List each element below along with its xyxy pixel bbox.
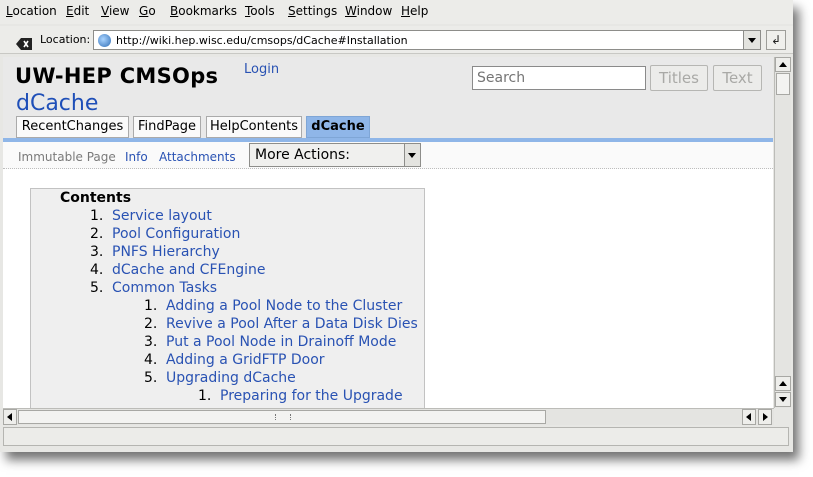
toc-item-number: 2. xyxy=(144,316,158,332)
toc-item-number: 1. xyxy=(90,208,104,224)
browser-window: Location Edit View Go Bookmarks Tools Settings… xyxy=(0,0,793,452)
toc-item: 5. Common Tasks xyxy=(90,280,217,296)
tab-helpcontents[interactable]: HelpContents xyxy=(206,116,302,138)
wiki-header: UW-HEP CMSOps Login dCache Titles Text R… xyxy=(3,57,773,142)
table-of-contents: Contents 1. Service layout 2. Pool Configur… xyxy=(30,188,425,408)
menu-view[interactable]: View xyxy=(101,4,129,18)
page-title[interactable]: dCache xyxy=(16,91,98,116)
login-link[interactable]: Login xyxy=(244,62,279,77)
toc-link[interactable]: Put a Pool Node in Drainoff Mode xyxy=(166,334,396,350)
menu-location[interactable]: Location xyxy=(6,4,57,18)
location-toolbar: Location: http://wiki.hep.wisc.edu/cmsop… xyxy=(0,26,793,54)
titles-search-button[interactable]: Titles xyxy=(650,65,708,91)
toc-link[interactable]: Revive a Pool After a Data Disk Dies xyxy=(166,316,418,332)
more-actions-select[interactable]: More Actions: xyxy=(249,143,421,167)
toc-item: 4. dCache and CFEngine xyxy=(90,262,265,278)
vertical-scroll-thumb[interactable] xyxy=(776,73,790,95)
clear-location-icon[interactable] xyxy=(16,35,32,50)
menu-window[interactable]: Window xyxy=(345,4,392,18)
toc-link[interactable]: Preparing for the Upgrade xyxy=(220,388,403,404)
search-input[interactable] xyxy=(472,66,646,90)
toc-item-number: 3. xyxy=(144,334,158,350)
toc-item: 3. PNFS Hierarchy xyxy=(90,244,220,260)
toc-item-number: 5. xyxy=(144,370,158,386)
page-viewport: UW-HEP CMSOps Login dCache Titles Text R… xyxy=(3,57,773,408)
menu-bookmarks[interactable]: Bookmarks xyxy=(170,4,237,18)
immutable-page-label: Immutable Page xyxy=(18,150,116,164)
page-actions-bar: Immutable Page Info Attachments More Act… xyxy=(3,142,773,169)
toc-link[interactable]: Common Tasks xyxy=(112,280,217,296)
attachments-link[interactable]: Attachments xyxy=(159,150,236,164)
toc-item: 1. Preparing for the Upgrade xyxy=(198,388,403,404)
scroll-up-icon[interactable] xyxy=(775,376,791,391)
toc-link[interactable]: Service layout xyxy=(112,208,212,224)
tab-findpage[interactable]: FindPage xyxy=(133,116,201,138)
text-search-button[interactable]: Text xyxy=(713,65,762,91)
toc-link[interactable]: PNFS Hierarchy xyxy=(112,244,220,260)
scroll-up-icon[interactable] xyxy=(775,57,791,72)
scroll-left-icon[interactable] xyxy=(742,409,756,425)
toc-item-number: 4. xyxy=(144,352,158,368)
toc-item: 5. Upgrading dCache xyxy=(144,370,296,386)
more-actions-label: More Actions: xyxy=(255,147,351,163)
scroll-right-icon[interactable] xyxy=(758,409,772,425)
scroll-down-icon[interactable] xyxy=(775,392,791,407)
toc-item-number: 4. xyxy=(90,262,104,278)
toc-link[interactable]: Adding a GridFTP Door xyxy=(166,352,325,368)
location-dropdown-button[interactable] xyxy=(743,31,760,49)
toc-item-number: 1. xyxy=(198,388,212,404)
location-url[interactable]: http://wiki.hep.wisc.edu/cmsops/dCache#I… xyxy=(116,34,408,47)
info-link[interactable]: Info xyxy=(125,150,148,164)
menu-tools[interactable]: Tools xyxy=(245,4,275,18)
menu-go[interactable]: Go xyxy=(139,4,156,18)
toc-item-number: 1. xyxy=(144,298,158,314)
location-label: Location: xyxy=(40,33,91,46)
horizontal-scroll-thumb[interactable] xyxy=(18,410,546,424)
menu-settings[interactable]: Settings xyxy=(288,4,337,18)
toc-link[interactable]: Pool Configuration xyxy=(112,226,240,242)
toc-title: Contents xyxy=(60,190,132,206)
toc-item-number: 3. xyxy=(90,244,104,260)
grip-icon xyxy=(275,414,291,420)
go-enter-icon[interactable]: ↲ xyxy=(766,30,786,50)
tab-dcache[interactable]: dCache xyxy=(306,116,370,138)
location-input[interactable]: http://wiki.hep.wisc.edu/cmsops/dCache#I… xyxy=(93,30,761,50)
globe-icon xyxy=(98,34,111,47)
toc-item-number: 5. xyxy=(90,280,104,296)
toc-item: 2. Pool Configuration xyxy=(90,226,240,242)
chevron-down-icon[interactable] xyxy=(404,144,420,166)
menu-help[interactable]: Help xyxy=(401,4,428,18)
vertical-scrollbar[interactable] xyxy=(774,57,791,408)
toc-link[interactable]: Adding a Pool Node to the Cluster xyxy=(166,298,402,314)
toc-item: 1. Service layout xyxy=(90,208,212,224)
menu-bar: Location Edit View Go Bookmarks Tools Settings… xyxy=(0,0,793,24)
toc-item: 1. Adding a Pool Node to the Cluster xyxy=(144,298,402,314)
tab-recentchanges[interactable]: RecentChanges xyxy=(16,116,129,138)
toc-link[interactable]: Upgrading dCache xyxy=(166,370,296,386)
toc-item: 3. Put a Pool Node in Drainoff Mode xyxy=(144,334,396,350)
toc-item-number: 2. xyxy=(90,226,104,242)
menu-edit[interactable]: Edit xyxy=(66,4,89,18)
horizontal-scrollbar[interactable] xyxy=(3,408,774,425)
status-bar xyxy=(3,427,789,446)
site-name[interactable]: UW-HEP CMSOps xyxy=(15,64,218,88)
toc-item: 2. Revive a Pool After a Data Disk Dies xyxy=(144,316,418,332)
toc-item: 4. Adding a GridFTP Door xyxy=(144,352,325,368)
toc-link[interactable]: dCache and CFEngine xyxy=(112,262,265,278)
scroll-left-icon[interactable] xyxy=(3,409,17,425)
